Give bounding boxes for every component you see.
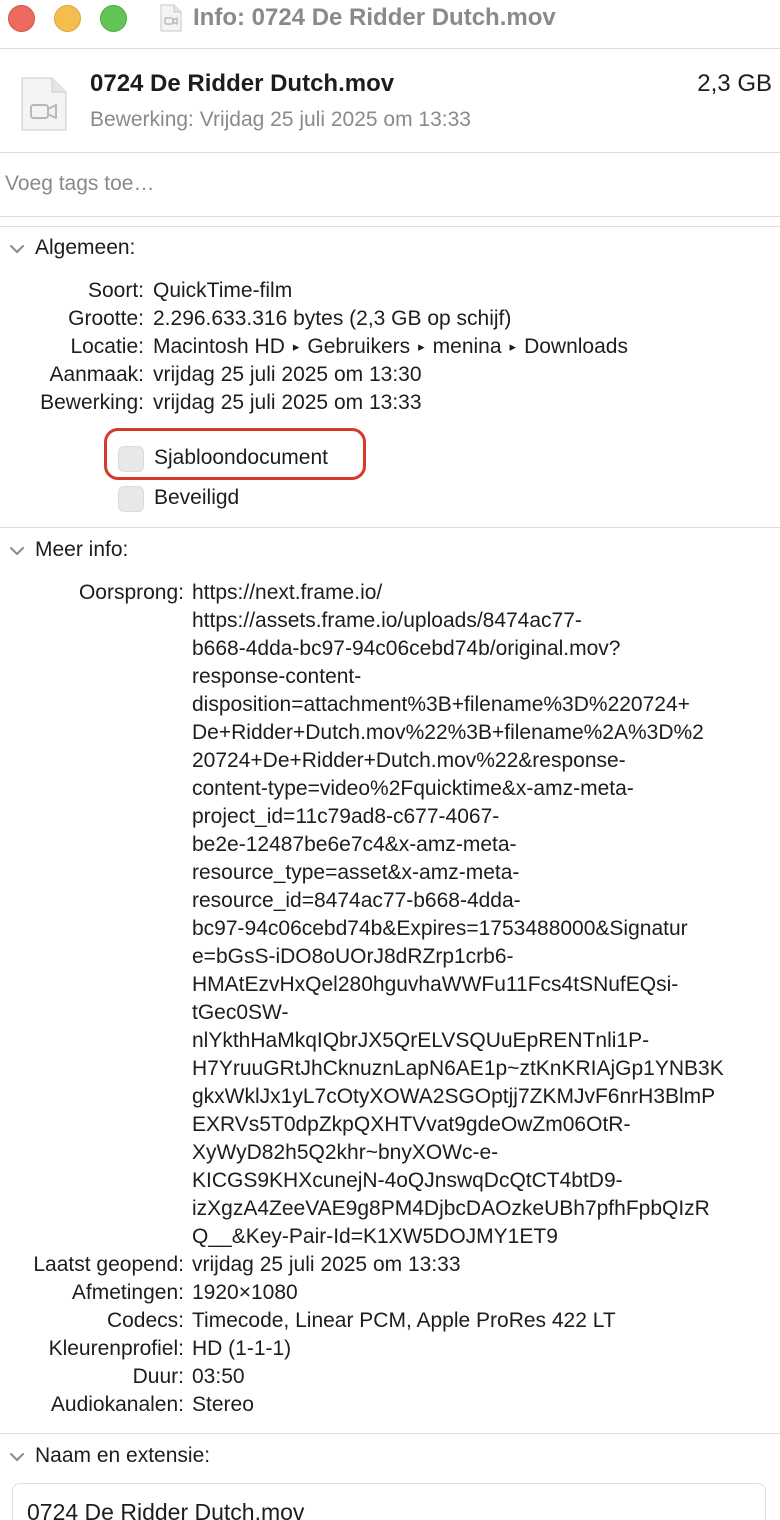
row-value: 03:50 xyxy=(192,1365,245,1388)
origin-line: be2e-12487be6e7c4&x-amz-meta- xyxy=(192,833,517,856)
origin-line: HMAtEzvHxQel280hguvhaWWFu11Fcs4tSNufEQsi… xyxy=(192,973,679,996)
row-value: Stereo xyxy=(192,1393,254,1416)
video-document-icon[interactable] xyxy=(160,4,182,32)
row-label: Soort: xyxy=(87,279,144,302)
row-label: Afmetingen: xyxy=(71,1281,184,1304)
origin-line: Q__&Key-Pair-Id=K1XW5DOJMY1ET9 xyxy=(192,1225,558,1248)
minimize-window-button[interactable] xyxy=(54,5,81,32)
file-name-field[interactable] xyxy=(12,1483,766,1520)
title-bar[interactable]: Info: 0724 De Ridder Dutch.mov xyxy=(0,0,780,38)
video-document-icon[interactable] xyxy=(20,76,68,132)
file-modified-date: Bewerking: Vrijdag 25 juli 2025 om 13:33 xyxy=(90,108,471,131)
checkbox-label: Sjabloondocument xyxy=(154,446,328,469)
origin-line: response-content- xyxy=(192,665,362,688)
locked-checkbox[interactable] xyxy=(118,486,144,512)
origin-line: XyWyD82h5Q2khr~bnyXOWc-e- xyxy=(192,1141,499,1164)
origin-line: gkxWklJx1yL7cOtyXOWA2SGOptjj7ZKMJvF6nrH3… xyxy=(192,1085,716,1108)
zoom-window-button[interactable] xyxy=(100,5,127,32)
origin-line: content-type=video%2Fquicktime&x-amz-met… xyxy=(192,777,634,800)
path-item[interactable]: menina xyxy=(433,335,502,358)
origin-line: e=bGsS-iDO8oUOrJ8dRZrp1crb6- xyxy=(192,945,514,968)
origin-line: H7YruuGRtJhCknuznLapN6AE1p~ztKnKRIAjGp1Y… xyxy=(192,1057,724,1080)
path-separator-icon: ▸ xyxy=(292,339,300,354)
row-value: 2.296.633.316 bytes (2,3 GB op schijf) xyxy=(153,307,512,330)
path-separator-icon: ▸ xyxy=(509,339,517,354)
origin-line: bc97-94c06cebd74b&Expires=1753488000&Sig… xyxy=(192,917,688,940)
path-item[interactable]: Downloads xyxy=(524,335,628,358)
origin-line: project_id=11c79ad8-c677-4067- xyxy=(192,805,500,828)
row-label: Aanmaak: xyxy=(49,363,144,386)
origin-line: KICGS9KHXcunejN-4oQJnswqDcQtCT4btD9- xyxy=(192,1169,623,1192)
row-value: vrijdag 25 juli 2025 om 13:33 xyxy=(153,391,422,414)
location-path: Macintosh HD ▸ Gebruikers ▸ menina ▸ Downloads xyxy=(153,333,628,361)
row-label: Bewerking: xyxy=(40,391,144,414)
section-title: Meer info: xyxy=(35,538,129,561)
row-label: Kleurenprofiel: xyxy=(48,1337,184,1360)
origin-url: https://next.frame.io/ https://assets.fr… xyxy=(192,579,772,1251)
path-item[interactable]: Macintosh HD xyxy=(153,335,285,358)
row-label: Oorsprong: xyxy=(78,581,184,604)
divider xyxy=(0,226,780,227)
row-label: Codecs: xyxy=(106,1309,184,1332)
divider xyxy=(0,48,780,49)
section-more-info-header[interactable]: Meer info: xyxy=(0,535,780,567)
section-title: Naam en extensie: xyxy=(35,1444,211,1467)
chevron-down-icon[interactable] xyxy=(8,542,26,560)
origin-line: tGec0SW- xyxy=(192,1001,289,1024)
origin-line: resource_id=8474ac77-b668-4dda- xyxy=(192,889,521,912)
row-label: Laatst geopend: xyxy=(33,1253,184,1276)
row-value: 1920×1080 xyxy=(192,1281,298,1304)
divider xyxy=(0,1433,780,1434)
divider xyxy=(0,152,780,153)
path-item[interactable]: Gebruikers xyxy=(307,335,410,358)
origin-line: https://assets.frame.io/uploads/8474ac77… xyxy=(192,609,582,632)
origin-line: De+Ridder+Dutch.mov%22%3B+filename%2A%3D… xyxy=(192,721,704,744)
row-value: HD (1-1-1) xyxy=(192,1337,292,1360)
divider xyxy=(0,527,780,528)
row-label: Grootte: xyxy=(68,307,144,330)
section-name-extension-header[interactable]: Naam en extensie: xyxy=(0,1441,780,1473)
checkbox-label: Beveiligd xyxy=(154,486,240,509)
origin-line: b668-4dda-bc97-94c06cebd74b/original.mov… xyxy=(192,637,621,660)
chevron-down-icon[interactable] xyxy=(8,240,26,258)
row-value: Timecode, Linear PCM, Apple ProRes 422 L… xyxy=(192,1309,616,1332)
chevron-down-icon[interactable] xyxy=(8,1448,26,1466)
origin-line: 20724+De+Ridder+Dutch.mov%22&response- xyxy=(192,749,626,772)
origin-line: https://next.frame.io/ xyxy=(192,581,383,604)
close-window-button[interactable] xyxy=(8,5,35,32)
file-name: 0724 De Ridder Dutch.mov xyxy=(90,70,395,97)
window-title: Info: 0724 De Ridder Dutch.mov xyxy=(193,4,556,31)
row-label: Audiokanalen: xyxy=(50,1393,184,1416)
file-size: 2,3 GB xyxy=(697,70,772,97)
row-label: Duur: xyxy=(132,1365,184,1388)
row-value: QuickTime-film xyxy=(153,279,293,302)
row-value: vrijdag 25 juli 2025 om 13:33 xyxy=(192,1253,461,1276)
stationery-checkbox[interactable] xyxy=(118,446,144,472)
row-label: Locatie: xyxy=(70,335,144,358)
row-value: vrijdag 25 juli 2025 om 13:30 xyxy=(153,363,422,386)
origin-line: disposition=attachment%3B+filename%3D%22… xyxy=(192,693,690,716)
section-general-header[interactable]: Algemeen: xyxy=(0,233,780,265)
origin-line: nlYkthHaMkqIQbrJX5QrELVSQUuEpRENTnli1P- xyxy=(192,1029,650,1052)
origin-line: resource_type=asset&x-amz-meta- xyxy=(192,861,520,884)
tags-input[interactable] xyxy=(0,154,780,214)
divider xyxy=(0,216,780,217)
origin-line: EXRVs5T0dpZkpQXHTVvat9gdeOwZm06OtR- xyxy=(192,1113,631,1136)
origin-line: izXgzA4ZeeVAE9g8PM4DjbcDAOzkeUBh7pfhFpbQ… xyxy=(192,1197,710,1220)
path-separator-icon: ▸ xyxy=(418,339,425,354)
section-title: Algemeen: xyxy=(35,236,136,259)
info-window: Info: 0724 De Ridder Dutch.mov 0724 De R… xyxy=(0,0,780,1520)
